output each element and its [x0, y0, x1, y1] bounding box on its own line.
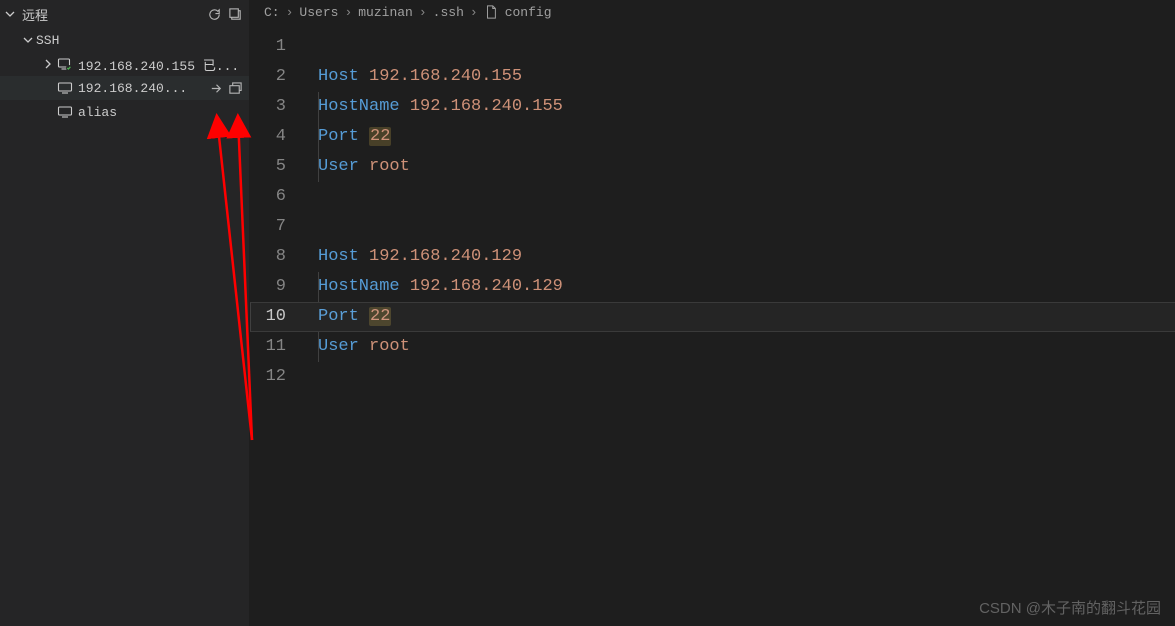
code-line[interactable] — [310, 182, 1175, 212]
code-token: 192.168.240.155 — [410, 97, 563, 116]
host-label: 192.168.240.155 已... — [78, 55, 249, 74]
code-line[interactable]: User root — [310, 332, 1175, 362]
line-gutter: 123456789101112 — [250, 24, 310, 626]
editor-area: C: › Users › muzinan › .ssh › config 123… — [250, 0, 1175, 626]
line-number: 10 — [250, 302, 286, 332]
chevron-right-icon: › — [340, 5, 356, 20]
bc-segment[interactable]: Users — [299, 5, 338, 20]
code-line[interactable]: Host 192.168.240.129 — [310, 242, 1175, 272]
sidebar-item-host-2[interactable]: 192.168.240... — [0, 76, 249, 100]
line-number: 8 — [250, 242, 286, 272]
watermark: CSDN @木子南的翻斗花园 — [979, 597, 1161, 618]
code-line[interactable] — [310, 212, 1175, 242]
line-number: 9 — [250, 272, 286, 302]
code-token: User — [318, 337, 369, 356]
vm-connected-icon — [56, 56, 74, 72]
code-token: Host — [318, 247, 369, 266]
line-number: 6 — [250, 182, 286, 212]
bc-segment[interactable]: muzinan — [358, 5, 413, 20]
code-token: HostName — [318, 277, 410, 296]
code-line[interactable] — [310, 362, 1175, 392]
code-token: root — [369, 157, 410, 176]
code-line[interactable]: Port 22 — [310, 122, 1175, 152]
bc-file[interactable]: config — [484, 5, 552, 20]
host-label: 192.168.240... — [78, 81, 209, 96]
chevron-down-icon — [20, 34, 36, 46]
line-number: 7 — [250, 212, 286, 242]
connect-arrow-icon[interactable] — [209, 81, 224, 96]
line-number: 5 — [250, 152, 286, 182]
bc-file-label: config — [505, 5, 552, 20]
chevron-right-icon: › — [466, 5, 482, 20]
sidebar: 远程 SSH 192.168.240.155 已... — [0, 0, 250, 626]
code-token: 22 — [369, 307, 391, 326]
chevron-right-icon — [40, 58, 56, 70]
bc-segment[interactable]: C: — [264, 5, 280, 20]
sidebar-header: 远程 — [0, 2, 249, 26]
code-token: HostName — [318, 97, 410, 116]
sidebar-item-host-3[interactable]: alias — [0, 100, 249, 124]
line-number: 3 — [250, 92, 286, 122]
sidebar-title: 远程 — [22, 5, 48, 24]
breadcrumb[interactable]: C: › Users › muzinan › .ssh › config — [250, 0, 1175, 24]
line-number: 1 — [250, 32, 286, 62]
code-token: Port — [318, 307, 369, 326]
line-number: 12 — [250, 362, 286, 392]
line-number: 11 — [250, 332, 286, 362]
code-line[interactable] — [310, 32, 1175, 62]
code-editor[interactable]: 123456789101112 Host 192.168.240.155Host… — [250, 24, 1175, 626]
code-token: Host — [318, 67, 369, 86]
code-line[interactable]: Host 192.168.240.155 — [310, 62, 1175, 92]
open-new-window-icon[interactable] — [228, 81, 243, 96]
line-number: 4 — [250, 122, 286, 152]
code-content[interactable]: Host 192.168.240.155HostName 192.168.240… — [310, 24, 1175, 626]
new-window-icon[interactable] — [228, 7, 243, 22]
code-token: User — [318, 157, 369, 176]
code-line[interactable]: HostName 192.168.240.129 — [310, 272, 1175, 302]
code-token: root — [369, 337, 410, 356]
bc-segment[interactable]: .ssh — [433, 5, 464, 20]
sidebar-item-host-1[interactable]: 192.168.240.155 已... — [0, 52, 249, 76]
section-label: SSH — [36, 33, 249, 48]
code-token: 22 — [369, 127, 391, 146]
host-label: alias — [78, 105, 249, 120]
refresh-icon[interactable] — [207, 7, 222, 22]
vm-icon — [56, 80, 74, 96]
vm-icon — [56, 104, 74, 120]
sidebar-section-ssh[interactable]: SSH — [0, 28, 249, 52]
chevron-down-icon[interactable] — [2, 8, 18, 20]
sidebar-tree: SSH 192.168.240.155 已... 192.168.240... — [0, 26, 249, 124]
code-token: Port — [318, 127, 369, 146]
chevron-right-icon: › — [415, 5, 431, 20]
code-line[interactable]: Port 22 — [310, 302, 1175, 332]
code-token: 192.168.240.129 — [410, 277, 563, 296]
code-token: 192.168.240.129 — [369, 247, 522, 266]
code-line[interactable]: User root — [310, 152, 1175, 182]
code-line[interactable]: HostName 192.168.240.155 — [310, 92, 1175, 122]
line-number: 2 — [250, 62, 286, 92]
code-token: 192.168.240.155 — [369, 67, 522, 86]
chevron-right-icon: › — [282, 5, 298, 20]
